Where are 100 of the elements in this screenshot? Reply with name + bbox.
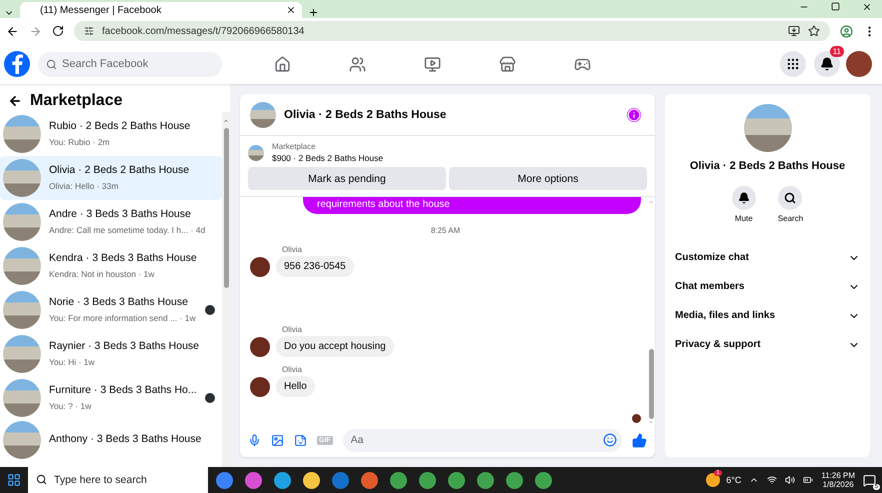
profile-icon[interactable] <box>840 24 853 38</box>
section-toggle[interactable]: Media, files and links <box>665 301 870 330</box>
avatar <box>250 336 270 356</box>
section-toggle[interactable]: Customize chat <box>665 243 870 272</box>
conversation-title: Furniture · 3 Beds 3 Baths Ho... <box>49 384 197 398</box>
close-icon[interactable] <box>862 2 872 12</box>
photo-placeholder <box>248 144 264 160</box>
photo-placeholder <box>3 421 41 459</box>
conversation-item[interactable]: Andre · 3 Beds 3 Baths House Andre: Call me sometime today. I h... · 4d <box>0 200 222 244</box>
conversation-title: Anthony · 3 Beds 3 Baths House <box>49 433 202 447</box>
photo-placeholder <box>3 159 41 197</box>
conversation-item[interactable]: Norie · 3 Beds 3 Baths House You: For more information send ... · 1w <box>0 288 222 332</box>
message-bubble: 956 236-0545 <box>276 256 354 277</box>
message-preview: You: For more information send ... · 1w <box>49 312 197 324</box>
sticker-icon[interactable] <box>294 434 307 446</box>
sender-name: Olivia <box>282 325 304 334</box>
clock[interactable]: 11:26 PM 1/8/2026 <box>821 471 855 489</box>
search-field[interactable]: Search Facebook <box>38 52 222 76</box>
message-preview: Olivia: Hello · 33m <box>49 180 120 192</box>
people-icon[interactable] <box>349 56 366 72</box>
conversation-item[interactable]: Olivia · 2 Beds 2 Baths House Olivia: Hello · 33m <box>0 156 222 200</box>
listing-text: $900 · 2 Beds 2 Baths House <box>272 153 384 163</box>
app-icon[interactable] <box>245 472 262 488</box>
app-icon[interactable] <box>216 472 233 488</box>
conversation-title: Andre · 3 Beds 3 Baths House <box>49 208 192 222</box>
bookmark-star-icon[interactable] <box>808 25 820 37</box>
photo-placeholder <box>3 379 41 417</box>
speaker-icon[interactable] <box>785 475 796 485</box>
close-icon[interactable] <box>286 5 296 15</box>
thumbs-up-icon[interactable] <box>632 432 647 448</box>
sender-name: Olivia <box>282 245 304 254</box>
message-preview: Kendra: Not in houston · 1w <box>49 268 156 280</box>
photo-placeholder <box>3 291 41 329</box>
photo-placeholder <box>3 247 41 285</box>
conversation-title: Rubio · 2 Beds 2 Baths House <box>49 120 192 134</box>
conversation-title: Raynier · 3 Beds 3 Baths House <box>49 340 200 354</box>
bell-icon <box>738 192 750 204</box>
message-preview: Andre: Call me sometime today. I h... · 4d <box>49 224 206 236</box>
listing-label: Marketplace <box>272 142 317 151</box>
wifi-icon[interactable] <box>767 475 778 485</box>
message-preview: You: Hi · 1w <box>49 356 96 368</box>
section-toggle[interactable]: Privacy & support <box>665 330 870 359</box>
conversation-item[interactable]: Kendra · 3 Beds 3 Baths House Kendra: Not in houston · 1w <box>0 244 222 288</box>
conversation-title: Olivia · 2 Beds 2 Baths House <box>49 164 190 178</box>
sidebar-title: Marketplace <box>30 92 122 110</box>
maximize-icon[interactable] <box>831 2 840 11</box>
conversation-item[interactable]: Raynier · 3 Beds 3 Baths House You: Hi · 1w <box>0 332 222 376</box>
back-icon[interactable] <box>6 24 19 38</box>
action-button[interactable]: Mark as pending <box>248 167 446 190</box>
grid-icon <box>786 57 800 71</box>
install-icon[interactable] <box>788 25 800 37</box>
outgoing-message: requirements about the house <box>303 197 641 214</box>
address-bar[interactable]: facebook.com/messages/t/792066966580134 <box>74 21 830 41</box>
menu-button[interactable] <box>780 51 806 77</box>
conversation-title: Olivia · 2 Beds 2 Baths House <box>690 160 846 172</box>
browser-tab[interactable]: (11) Messenger | Facebook <box>20 2 302 18</box>
emoji-icon[interactable] <box>603 432 617 446</box>
bell-icon <box>820 57 834 71</box>
logo-icon[interactable] <box>4 51 30 77</box>
notification-badge: 11 <box>830 46 844 57</box>
profile-avatar[interactable] <box>846 51 872 77</box>
chat-title: Olivia · 2 Beds 2 Baths House <box>284 108 448 120</box>
conversation-item[interactable]: Furniture · 3 Beds 3 Baths Ho... You: ? · 1w <box>0 376 222 420</box>
forward-icon[interactable] <box>29 24 42 38</box>
battery-icon[interactable] <box>803 475 814 485</box>
photo-placeholder <box>3 203 41 241</box>
action-button[interactable]: More options <box>449 167 647 190</box>
search-icon <box>36 474 47 485</box>
timestamp: 8:25 AM <box>430 226 460 235</box>
photo-placeholder <box>744 104 792 152</box>
conversation-title: Kendra · 3 Beds 3 Baths House <box>49 252 198 266</box>
message-bubble: Hello <box>276 376 315 397</box>
info-icon[interactable] <box>627 108 641 122</box>
search-icon <box>784 192 796 204</box>
conversation-item[interactable]: Anthony · 3 Beds 3 Baths House <box>0 420 222 460</box>
microphone-icon[interactable] <box>248 434 261 446</box>
windows-icon <box>7 473 21 487</box>
seen-avatar <box>632 414 641 423</box>
scroll-up-icon[interactable] <box>223 118 229 124</box>
home-icon[interactable] <box>274 56 291 72</box>
message-preview: You: ? · 1w <box>49 400 92 412</box>
conversation-item[interactable]: Rubio · 2 Beds 2 Baths House You: Rubio · 2m <box>0 112 222 156</box>
site-info-icon[interactable] <box>84 26 94 36</box>
avatar <box>250 256 270 276</box>
url-text: facebook.com/messages/t/792066966580134 <box>102 26 304 36</box>
photo-placeholder <box>3 115 41 153</box>
message-bubble: Do you accept housing <box>276 336 394 357</box>
avatar <box>250 376 270 396</box>
photo-placeholder <box>3 335 41 373</box>
photo-placeholder <box>250 102 276 128</box>
message-preview: You: Rubio · 2m <box>49 136 111 148</box>
video-icon[interactable] <box>424 56 441 72</box>
back-icon[interactable] <box>8 94 22 108</box>
taskbar-search[interactable]: Type here to search <box>28 467 208 493</box>
sender-name: Olivia <box>282 365 304 374</box>
image-icon[interactable] <box>271 434 284 446</box>
section-toggle[interactable]: Chat members <box>665 272 870 301</box>
message-field[interactable]: Aa <box>342 428 622 452</box>
new-tab-icon[interactable] <box>308 7 319 18</box>
reload-icon[interactable] <box>52 25 64 37</box>
